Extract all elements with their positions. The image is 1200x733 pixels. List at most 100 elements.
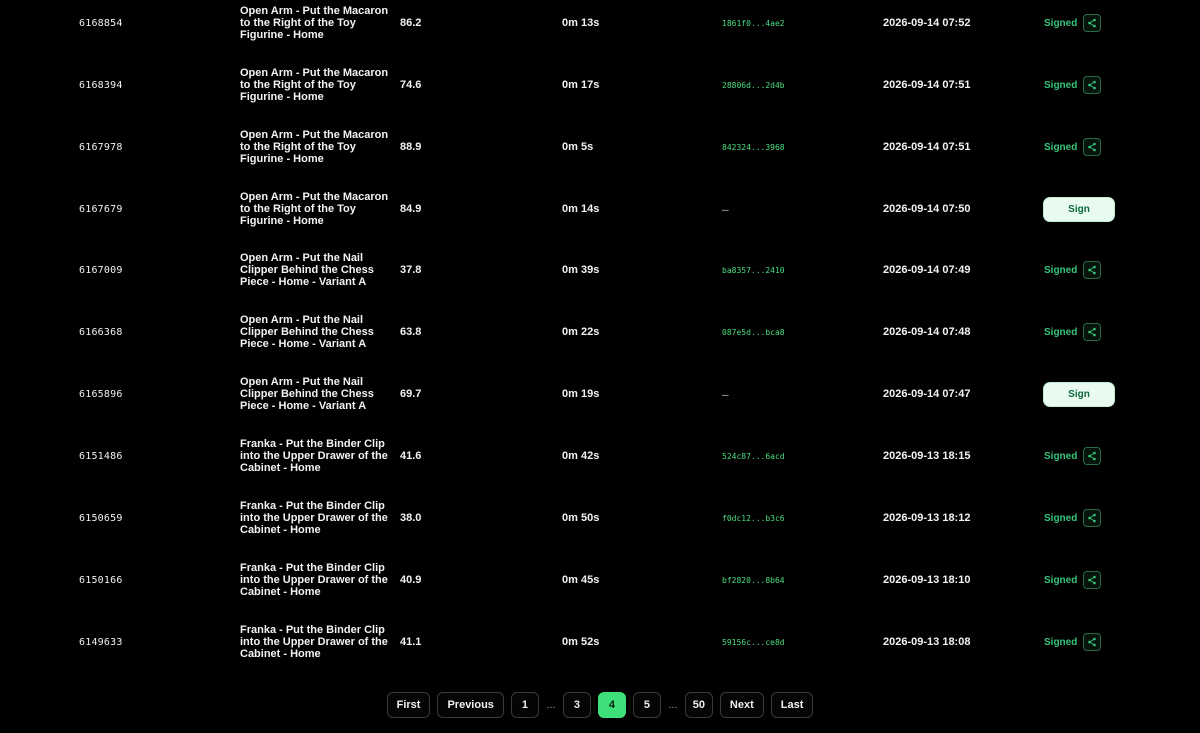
page-button-5[interactable]: 5 (632, 692, 661, 718)
timestamp: 2026-09-14 07:52 (883, 17, 971, 29)
signed-label: Signed (1044, 326, 1078, 338)
share-icon[interactable] (1083, 509, 1102, 527)
hash-value: — (722, 387, 729, 401)
previous-page-button[interactable]: Previous (437, 692, 504, 718)
submission-id: 6167679 (79, 203, 123, 215)
score-value: 63.8 (400, 326, 422, 338)
submission-id: 6168394 (79, 79, 123, 91)
hash-value[interactable]: 087e5d...bca8 (722, 301, 785, 363)
share-icon[interactable] (1083, 261, 1102, 279)
duration-value: 0m 50s (562, 512, 600, 524)
hash-value[interactable]: 1861f0...4ae2 (722, 0, 785, 54)
signed-status: Signed (1044, 14, 1102, 32)
action-cell: Signed (1044, 301, 1102, 363)
table-row: 6150166 Franka - Put the Binder Clip into… (0, 549, 1200, 611)
action-cell: Signed (1044, 0, 1102, 54)
share-icon[interactable] (1083, 633, 1102, 651)
page-button-4[interactable]: 4 (597, 692, 626, 718)
task-name: Open Arm - Put the Macaron to the Right … (240, 128, 389, 166)
duration-value: 0m 14s (562, 203, 600, 215)
task-name: Open Arm - Put the Nail Clipper Behind t… (240, 313, 374, 351)
duration-value: 0m 42s (562, 450, 600, 462)
duration-value: 0m 52s (562, 636, 600, 648)
score-value: 74.6 (400, 79, 422, 91)
submission-id: 6167978 (79, 141, 123, 153)
action-cell: Signed (1044, 239, 1102, 301)
score-value: 88.9 (400, 141, 422, 153)
action-cell: Signed (1044, 425, 1102, 487)
submission-id: 6167009 (79, 264, 123, 276)
page-button-50[interactable]: 50 (684, 692, 713, 718)
signed-status: Signed (1044, 138, 1102, 156)
duration-value: 0m 13s (562, 17, 600, 29)
timestamp: 2026-09-13 18:12 (883, 512, 971, 524)
action-cell: Sign (1044, 178, 1114, 240)
duration-value: 0m 17s (562, 79, 600, 91)
share-icon[interactable] (1083, 14, 1102, 32)
task-name: Franka - Put the Binder Clip into the Up… (240, 561, 388, 599)
page-button-1[interactable]: 1 (510, 692, 539, 718)
share-icon[interactable] (1083, 571, 1102, 589)
sign-button[interactable]: Sign (1044, 197, 1114, 221)
table-row: 6165896 Open Arm - Put the Nail Clipper B… (0, 363, 1200, 425)
signed-label: Signed (1044, 17, 1078, 29)
timestamp: 2026-09-13 18:15 (883, 450, 971, 462)
signed-label: Signed (1044, 512, 1078, 524)
action-cell: Signed (1044, 54, 1102, 116)
action-cell: Signed (1044, 549, 1102, 611)
score-value: 41.1 (400, 636, 422, 648)
submission-id: 6150166 (79, 574, 123, 586)
hash-value[interactable]: 524c87...6acd (722, 425, 785, 487)
page-button-3[interactable]: 3 (562, 692, 591, 718)
task-name: Franka - Put the Binder Clip into the Up… (240, 623, 388, 661)
share-icon[interactable] (1083, 447, 1102, 465)
task-name: Franka - Put the Binder Clip into the Up… (240, 499, 388, 537)
first-page-button[interactable]: First (386, 692, 431, 718)
timestamp: 2026-09-14 07:48 (883, 326, 971, 338)
duration-value: 0m 45s (562, 574, 600, 586)
timestamp: 2026-09-14 07:51 (883, 141, 971, 153)
signed-status: Signed (1044, 261, 1102, 279)
duration-value: 0m 39s (562, 264, 600, 276)
signed-label: Signed (1044, 264, 1078, 276)
signed-status: Signed (1044, 509, 1102, 527)
score-value: 41.6 (400, 450, 422, 462)
hash-value[interactable]: bf2820...8b64 (722, 549, 785, 611)
hash-value[interactable]: 28806d...2d4b (722, 54, 785, 116)
hash-value[interactable]: f0dc12...b3c6 (722, 487, 785, 549)
sign-button[interactable]: Sign (1044, 382, 1114, 406)
table-row: 6167679 Open Arm - Put the Macaron to the… (0, 178, 1200, 240)
pagination: First Previous 1... 3 4 5... 50 Next Last (0, 691, 1200, 719)
timestamp: 2026-09-13 18:08 (883, 636, 971, 648)
timestamp: 2026-09-14 07:50 (883, 203, 971, 215)
share-icon[interactable] (1083, 138, 1102, 156)
score-value: 37.8 (400, 264, 422, 276)
signed-status: Signed (1044, 633, 1102, 651)
table-row: 6168394 Open Arm - Put the Macaron to the… (0, 54, 1200, 116)
score-value: 86.2 (400, 17, 422, 29)
next-page-button[interactable]: Next (719, 692, 764, 718)
table-row: 6150659 Franka - Put the Binder Clip into… (0, 487, 1200, 549)
submission-id: 6165896 (79, 388, 123, 400)
task-name: Open Arm - Put the Macaron to the Right … (240, 66, 389, 104)
signed-label: Signed (1044, 636, 1078, 648)
page-number-list: 1... 3 4 5... 50 (510, 692, 713, 718)
signed-status: Signed (1044, 323, 1102, 341)
hash-value[interactable]: ba8357...2410 (722, 239, 785, 301)
hash-value[interactable]: 842324...3968 (722, 116, 785, 178)
hash-value: — (722, 202, 729, 216)
action-cell: Signed (1044, 611, 1102, 673)
signed-label: Signed (1044, 79, 1078, 91)
score-value: 40.9 (400, 574, 422, 586)
last-page-button[interactable]: Last (770, 692, 814, 718)
task-name: Open Arm - Put the Macaron to the Right … (240, 190, 389, 228)
hash-value[interactable]: 59156c...ce8d (722, 611, 785, 673)
share-icon[interactable] (1083, 76, 1102, 94)
score-value: 84.9 (400, 203, 422, 215)
signed-status: Signed (1044, 447, 1102, 465)
task-name: Open Arm - Put the Macaron to the Right … (240, 4, 389, 42)
table-row: 6167978 Open Arm - Put the Macaron to the… (0, 116, 1200, 178)
share-icon[interactable] (1083, 323, 1102, 341)
signed-status: Signed (1044, 571, 1102, 589)
task-name: Franka - Put the Binder Clip into the Up… (240, 437, 388, 475)
